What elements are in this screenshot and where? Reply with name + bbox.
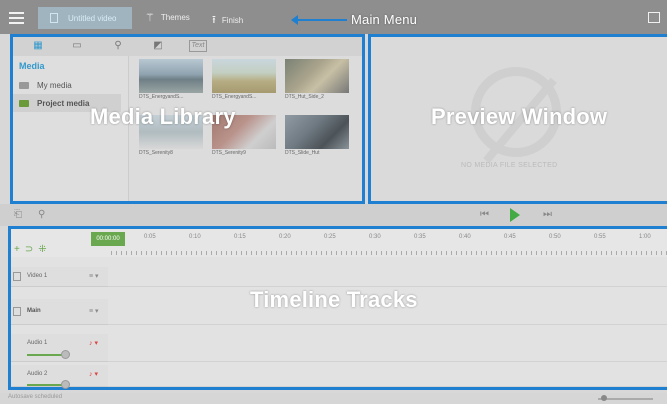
track-lane-video-1[interactable] xyxy=(108,267,667,287)
themes-button[interactable]: ⚚ Themes xyxy=(145,11,190,24)
add-track-icon[interactable]: + xyxy=(14,244,25,255)
track-menu-icon[interactable]: ≡ ▾ xyxy=(89,272,99,280)
thumbnail-label: DTS_Slide_Hut xyxy=(285,150,320,156)
project-title: Untitled video xyxy=(68,13,117,23)
track-header-audio-1[interactable]: Audio 1 ♪ ▾ xyxy=(11,334,108,362)
sidebar-item-label: Project media xyxy=(37,98,90,108)
annotation-arrow xyxy=(291,15,347,25)
track-name: Video 1 xyxy=(27,273,48,279)
thumbnail-label: DTS_Serenity8 xyxy=(139,150,173,156)
thumbnail-label: DTS_EnergyandS... xyxy=(139,94,184,100)
project-title-tab[interactable]: Untitled video xyxy=(38,7,132,29)
track-menu-icon[interactable]: ≡ ▾ xyxy=(89,307,99,315)
media-section-title: Media xyxy=(19,61,45,71)
track-name: Audio 1 xyxy=(27,340,48,346)
sidebar-item-my-media[interactable]: My media xyxy=(13,76,121,94)
timeline-ruler[interactable]: 00:00:00 0:05 0:10 0:15 0:20 0:25 0:30 0… xyxy=(11,229,667,257)
ruler-tick: 0:40 xyxy=(459,234,471,240)
text-tab[interactable]: Text xyxy=(189,40,207,52)
thumbnail-label: DTS_Serenity9 xyxy=(212,150,246,156)
detach-icon[interactable]: ⎗ xyxy=(14,209,22,220)
upload-icon: ⭱ xyxy=(212,14,216,26)
main-menu-bar: Untitled video ⚚ Themes ⭱ Finish xyxy=(0,0,667,34)
annotation-preview-window: Preview Window xyxy=(431,104,608,129)
zoom-search-icon[interactable]: ⚲ xyxy=(38,209,45,220)
audio-mute-icon[interactable]: ♪ ▾ xyxy=(89,339,98,347)
skip-back-icon[interactable]: ⏮ xyxy=(480,209,489,220)
annotation-media-library: Media Library xyxy=(90,104,236,129)
zoom-knob[interactable] xyxy=(601,395,607,401)
skip-forward-icon[interactable]: ⏭ xyxy=(543,209,552,220)
fullscreen-icon[interactable] xyxy=(648,12,660,23)
folder-icon xyxy=(19,99,29,107)
track-name: Audio 2 xyxy=(27,371,48,377)
media-tabs: ▦ ▭ ⚲ ◩ Text xyxy=(13,37,362,56)
finish-button[interactable]: ⭱ Finish xyxy=(212,11,243,30)
image-tab-icon[interactable]: ◩ xyxy=(150,40,166,52)
annotation-timeline-tracks: Timeline Tracks xyxy=(250,287,418,312)
search-icon[interactable]: ⚲ xyxy=(110,40,126,52)
thumbnail-label: DTS_EnergyandS... xyxy=(212,94,257,100)
magic-wand-icon: ⚚ xyxy=(145,12,155,24)
transitions-tab-icon[interactable]: ▭ xyxy=(69,40,85,52)
track-header-main[interactable]: Main ≡ ▾ xyxy=(11,299,108,325)
media-tab-icon[interactable]: ▦ xyxy=(30,40,46,52)
playhead-timecode[interactable]: 00:00:00 xyxy=(91,232,125,246)
status-bar: Autosave scheduled xyxy=(0,393,667,404)
ruler-tick: 0:25 xyxy=(324,234,336,240)
media-thumbnail[interactable]: DTS_EnergyandS... xyxy=(139,59,203,103)
ruler-tick: 0:45 xyxy=(504,234,516,240)
hamburger-menu-icon[interactable] xyxy=(9,12,24,24)
play-icon[interactable] xyxy=(510,208,520,222)
ruler-tick: 0:10 xyxy=(189,234,201,240)
media-thumbnail[interactable]: DTS_Slide_Hut xyxy=(285,115,349,159)
track-name: Main xyxy=(27,308,41,314)
ruler-scale xyxy=(111,251,667,255)
volume-knob[interactable] xyxy=(61,350,70,359)
volume-knob[interactable] xyxy=(61,380,70,389)
video-track-icon xyxy=(13,307,21,316)
video-track-icon xyxy=(13,272,21,281)
folder-icon xyxy=(19,81,29,89)
finish-label: Finish xyxy=(221,16,244,25)
transport-bar: ⎗ ⚲ ⏮ ⏭ xyxy=(0,204,667,226)
ruler-tick: 0:50 xyxy=(549,234,561,240)
audio-mute-icon[interactable]: ♪ ▾ xyxy=(89,370,98,378)
ruler-tick: 0:15 xyxy=(234,234,246,240)
thumbnail-image xyxy=(285,115,349,149)
timeline-tools[interactable]: +⊃⁜ xyxy=(14,244,52,255)
thumbnail-image xyxy=(285,59,349,93)
track-lane-audio-1[interactable] xyxy=(108,334,667,362)
track-lane-audio-2[interactable] xyxy=(108,365,667,387)
film-icon xyxy=(50,13,58,23)
ruler-tick: 0:30 xyxy=(369,234,381,240)
no-media-message: NO MEDIA FILE SELECTED xyxy=(461,162,558,169)
thumbnail-label: DTS_Hut_Side_2 xyxy=(285,94,324,100)
magnet-icon[interactable]: ⊃ xyxy=(25,244,38,255)
ruler-tick: 0:35 xyxy=(414,234,426,240)
ruler-tick: 0:05 xyxy=(144,234,156,240)
track-header-audio-2[interactable]: Audio 2 ♪ ▾ xyxy=(11,365,108,389)
split-icon[interactable]: ⁜ xyxy=(38,244,51,255)
ruler-tick: 0:55 xyxy=(594,234,606,240)
sidebar-item-label: My media xyxy=(37,80,72,90)
ruler-tick: 1:00 xyxy=(639,234,651,240)
annotation-main-menu: Main Menu xyxy=(351,12,418,27)
thumbnail-image xyxy=(212,59,276,93)
track-header-video-1[interactable]: Video 1 ≡ ▾ xyxy=(11,267,108,287)
ruler-tick: 0:20 xyxy=(279,234,291,240)
media-thumbnail[interactable]: DTS_Hut_Side_2 xyxy=(285,59,349,103)
thumbnail-image xyxy=(139,59,203,93)
media-thumbnail[interactable]: DTS_EnergyandS... xyxy=(212,59,276,103)
themes-label: Themes xyxy=(160,13,190,22)
autosave-status: Autosave scheduled xyxy=(8,394,63,400)
